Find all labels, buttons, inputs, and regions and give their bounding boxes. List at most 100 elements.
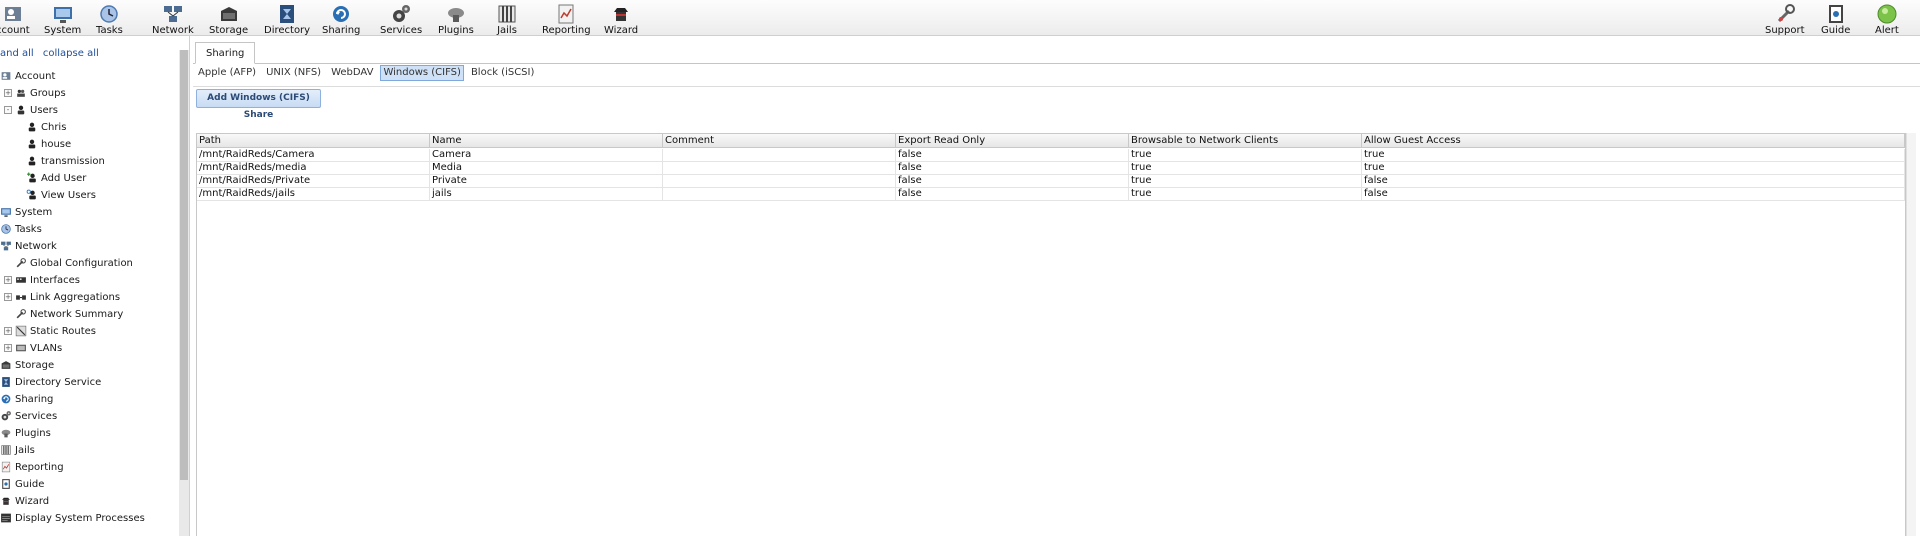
tab-divider	[193, 63, 1920, 64]
sidebar-item-label: Display System Processes	[15, 512, 145, 524]
sidebar-item-label: Reporting	[15, 461, 64, 473]
add-cifs-share-button[interactable]: Add Windows (CIFS) Share	[196, 89, 321, 120]
sidebar-item-static-routes[interactable]: + Static Routes	[4, 323, 96, 339]
sidebar-item-label: Interfaces	[30, 274, 80, 286]
table-cell: true	[1129, 162, 1362, 175]
table-header: Path Name Comment Export Read Only Browsable…	[197, 134, 1905, 148]
table-scrollbar[interactable]	[1906, 133, 1916, 536]
sidebar-item-transmission[interactable]: transmission	[26, 153, 105, 169]
processes-icon	[1, 513, 11, 523]
tasks-icon	[1, 224, 11, 234]
sidebar-item-label: View Users	[41, 189, 96, 201]
table-row[interactable]: /mnt/RaidReds/Private Private false true fal…	[197, 175, 1905, 188]
toolbar-wizard-button[interactable]: Wizard	[604, 0, 638, 36]
wrench-icon	[16, 309, 26, 319]
table-cell: Media	[430, 162, 663, 175]
sidebar-item-view-users[interactable]: View Users	[26, 187, 96, 203]
top-toolbar: ccount System Tasks Network Storage Directory…	[0, 0, 1920, 36]
table-row[interactable]: /mnt/RaidReds/Camera Camera false true true	[197, 149, 1905, 162]
sidebar-item-system[interactable]: System	[0, 204, 52, 220]
table-cell: false	[896, 162, 1129, 175]
tab-sharing[interactable]: Sharing	[195, 42, 256, 64]
column-header-export-read-only[interactable]: Export Read Only	[896, 134, 1129, 148]
sidebar-item-users[interactable]: - Users	[4, 102, 58, 118]
toolbar-directory-button[interactable]: Directory	[264, 0, 310, 36]
sidebar-item-house[interactable]: house	[26, 136, 71, 152]
toolbar-jails-button[interactable]: Jails	[496, 0, 518, 36]
sidebar-item-storage[interactable]: Storage	[0, 357, 54, 373]
column-header-browsable-to-network-clients[interactable]: Browsable to Network Clients	[1129, 134, 1362, 148]
sidebar-item-network-summary[interactable]: Network Summary	[4, 306, 123, 322]
subtab-windows-cifs[interactable]: Windows (CIFS)	[380, 65, 464, 81]
toolbar-plugins-button[interactable]: Plugins	[438, 0, 474, 36]
expand-toggle-icon[interactable]: +	[4, 293, 12, 301]
sharing-icon	[1, 394, 11, 404]
sidebar-item-groups[interactable]: + Groups	[4, 85, 66, 101]
sidebar-item-tasks[interactable]: Tasks	[0, 221, 42, 237]
subtab-unix-nfs[interactable]: UNIX (NFS)	[263, 65, 324, 81]
sidebar-item-wizard[interactable]: Wizard	[0, 493, 49, 509]
account-icon	[4, 7, 21, 21]
column-header-path[interactable]: Path	[197, 134, 430, 148]
column-header-name[interactable]: Name	[430, 134, 663, 148]
subtab-apple-afp[interactable]: Apple (AFP)	[195, 65, 259, 81]
column-header-allow-guest-access[interactable]: Allow Guest Access	[1362, 134, 1905, 148]
storage-icon	[220, 7, 237, 21]
expand-toggle-icon[interactable]: -	[4, 106, 12, 114]
table-row[interactable]: /mnt/RaidReds/jails jails false true false	[197, 188, 1905, 201]
sidebar-item-label: Network Summary	[30, 308, 124, 320]
user-icon	[28, 139, 36, 149]
toolbar-network-button[interactable]: Network	[152, 0, 194, 36]
toolbar-reporting-button[interactable]: Reporting	[542, 0, 591, 36]
sidebar-scrollbar[interactable]	[179, 50, 189, 536]
table-cell: /mnt/RaidReds/Private	[197, 175, 430, 188]
collapse-all-link[interactable]: collapse all	[43, 48, 99, 59]
network-icon	[163, 6, 182, 22]
sidebar-item-display-system-processes[interactable]: Display System Processes	[0, 510, 145, 526]
sidebar-item-label: Static Routes	[30, 325, 97, 337]
toolbar-storage-button[interactable]: Storage	[209, 0, 248, 36]
sidebar-item-reporting[interactable]: Reporting	[0, 459, 64, 475]
sidebar-item-label: Sharing	[15, 393, 54, 405]
sidebar-item-chris[interactable]: Chris	[26, 119, 66, 135]
table-cell: false	[896, 175, 1129, 188]
toolbar-guide-button[interactable]: Guide	[1821, 0, 1850, 36]
sidebar-item-interfaces[interactable]: + Interfaces	[4, 272, 80, 288]
sidebar-item-plugins[interactable]: Plugins	[0, 425, 51, 441]
sidebar-item-account[interactable]: Account	[0, 68, 55, 84]
toolbar-tasks-button[interactable]: Tasks	[96, 0, 123, 36]
sidebar-item-jails[interactable]: Jails	[0, 442, 35, 458]
toolbar-services-button[interactable]: Services	[380, 0, 422, 36]
expand-toggle-icon[interactable]: +	[4, 344, 12, 352]
toolbar-sharing-button[interactable]: Sharing	[322, 0, 360, 36]
sidebar-item-add-user[interactable]: Add User	[26, 170, 86, 186]
sidebar-item-services[interactable]: Services	[0, 408, 57, 424]
toolbar-system-button[interactable]: System	[44, 0, 81, 36]
sidebar-item-directory-service[interactable]: Directory Service	[0, 374, 101, 390]
toolbar-alert-button[interactable]: Alert	[1875, 0, 1899, 36]
sidebar-item-guide[interactable]: Guide	[0, 476, 44, 492]
jails-icon	[498, 5, 516, 23]
directory-icon	[280, 5, 295, 23]
sub-tab-divider	[193, 86, 1920, 87]
sidebar-item-sharing[interactable]: Sharing	[0, 391, 53, 407]
subtab-webdav[interactable]: WebDAV	[328, 65, 376, 81]
toolbar-support-button[interactable]: Support	[1765, 0, 1805, 36]
expand-toggle-icon[interactable]: +	[4, 327, 12, 335]
sidebar-scroll-thumb[interactable]	[180, 50, 188, 480]
sidebar-item-link-aggregations[interactable]: + Link Aggregations	[4, 289, 120, 305]
sidebar-item-network[interactable]: Network	[0, 238, 57, 254]
column-header-comment[interactable]: Comment	[663, 134, 896, 148]
subtab-block-iscsi[interactable]: Block (iSCSI)	[468, 65, 537, 81]
toolbar-button-label: Jails	[497, 25, 517, 36]
expand-all-link[interactable]: and all	[0, 48, 34, 59]
table-cell: Camera	[430, 149, 663, 162]
sidebar-item-global-configuration[interactable]: Global Configuration	[4, 255, 133, 271]
sidebar-item-label: Add User	[41, 172, 87, 184]
table-row[interactable]: /mnt/RaidReds/media Media false true true	[197, 162, 1905, 175]
static-routes-icon	[15, 325, 27, 337]
sidebar-item-vlans[interactable]: + VLANs	[4, 340, 62, 356]
toolbar-ccount-button[interactable]: ccount	[0, 0, 30, 36]
expand-toggle-icon[interactable]: +	[4, 89, 12, 97]
expand-toggle-icon[interactable]: +	[4, 276, 12, 284]
